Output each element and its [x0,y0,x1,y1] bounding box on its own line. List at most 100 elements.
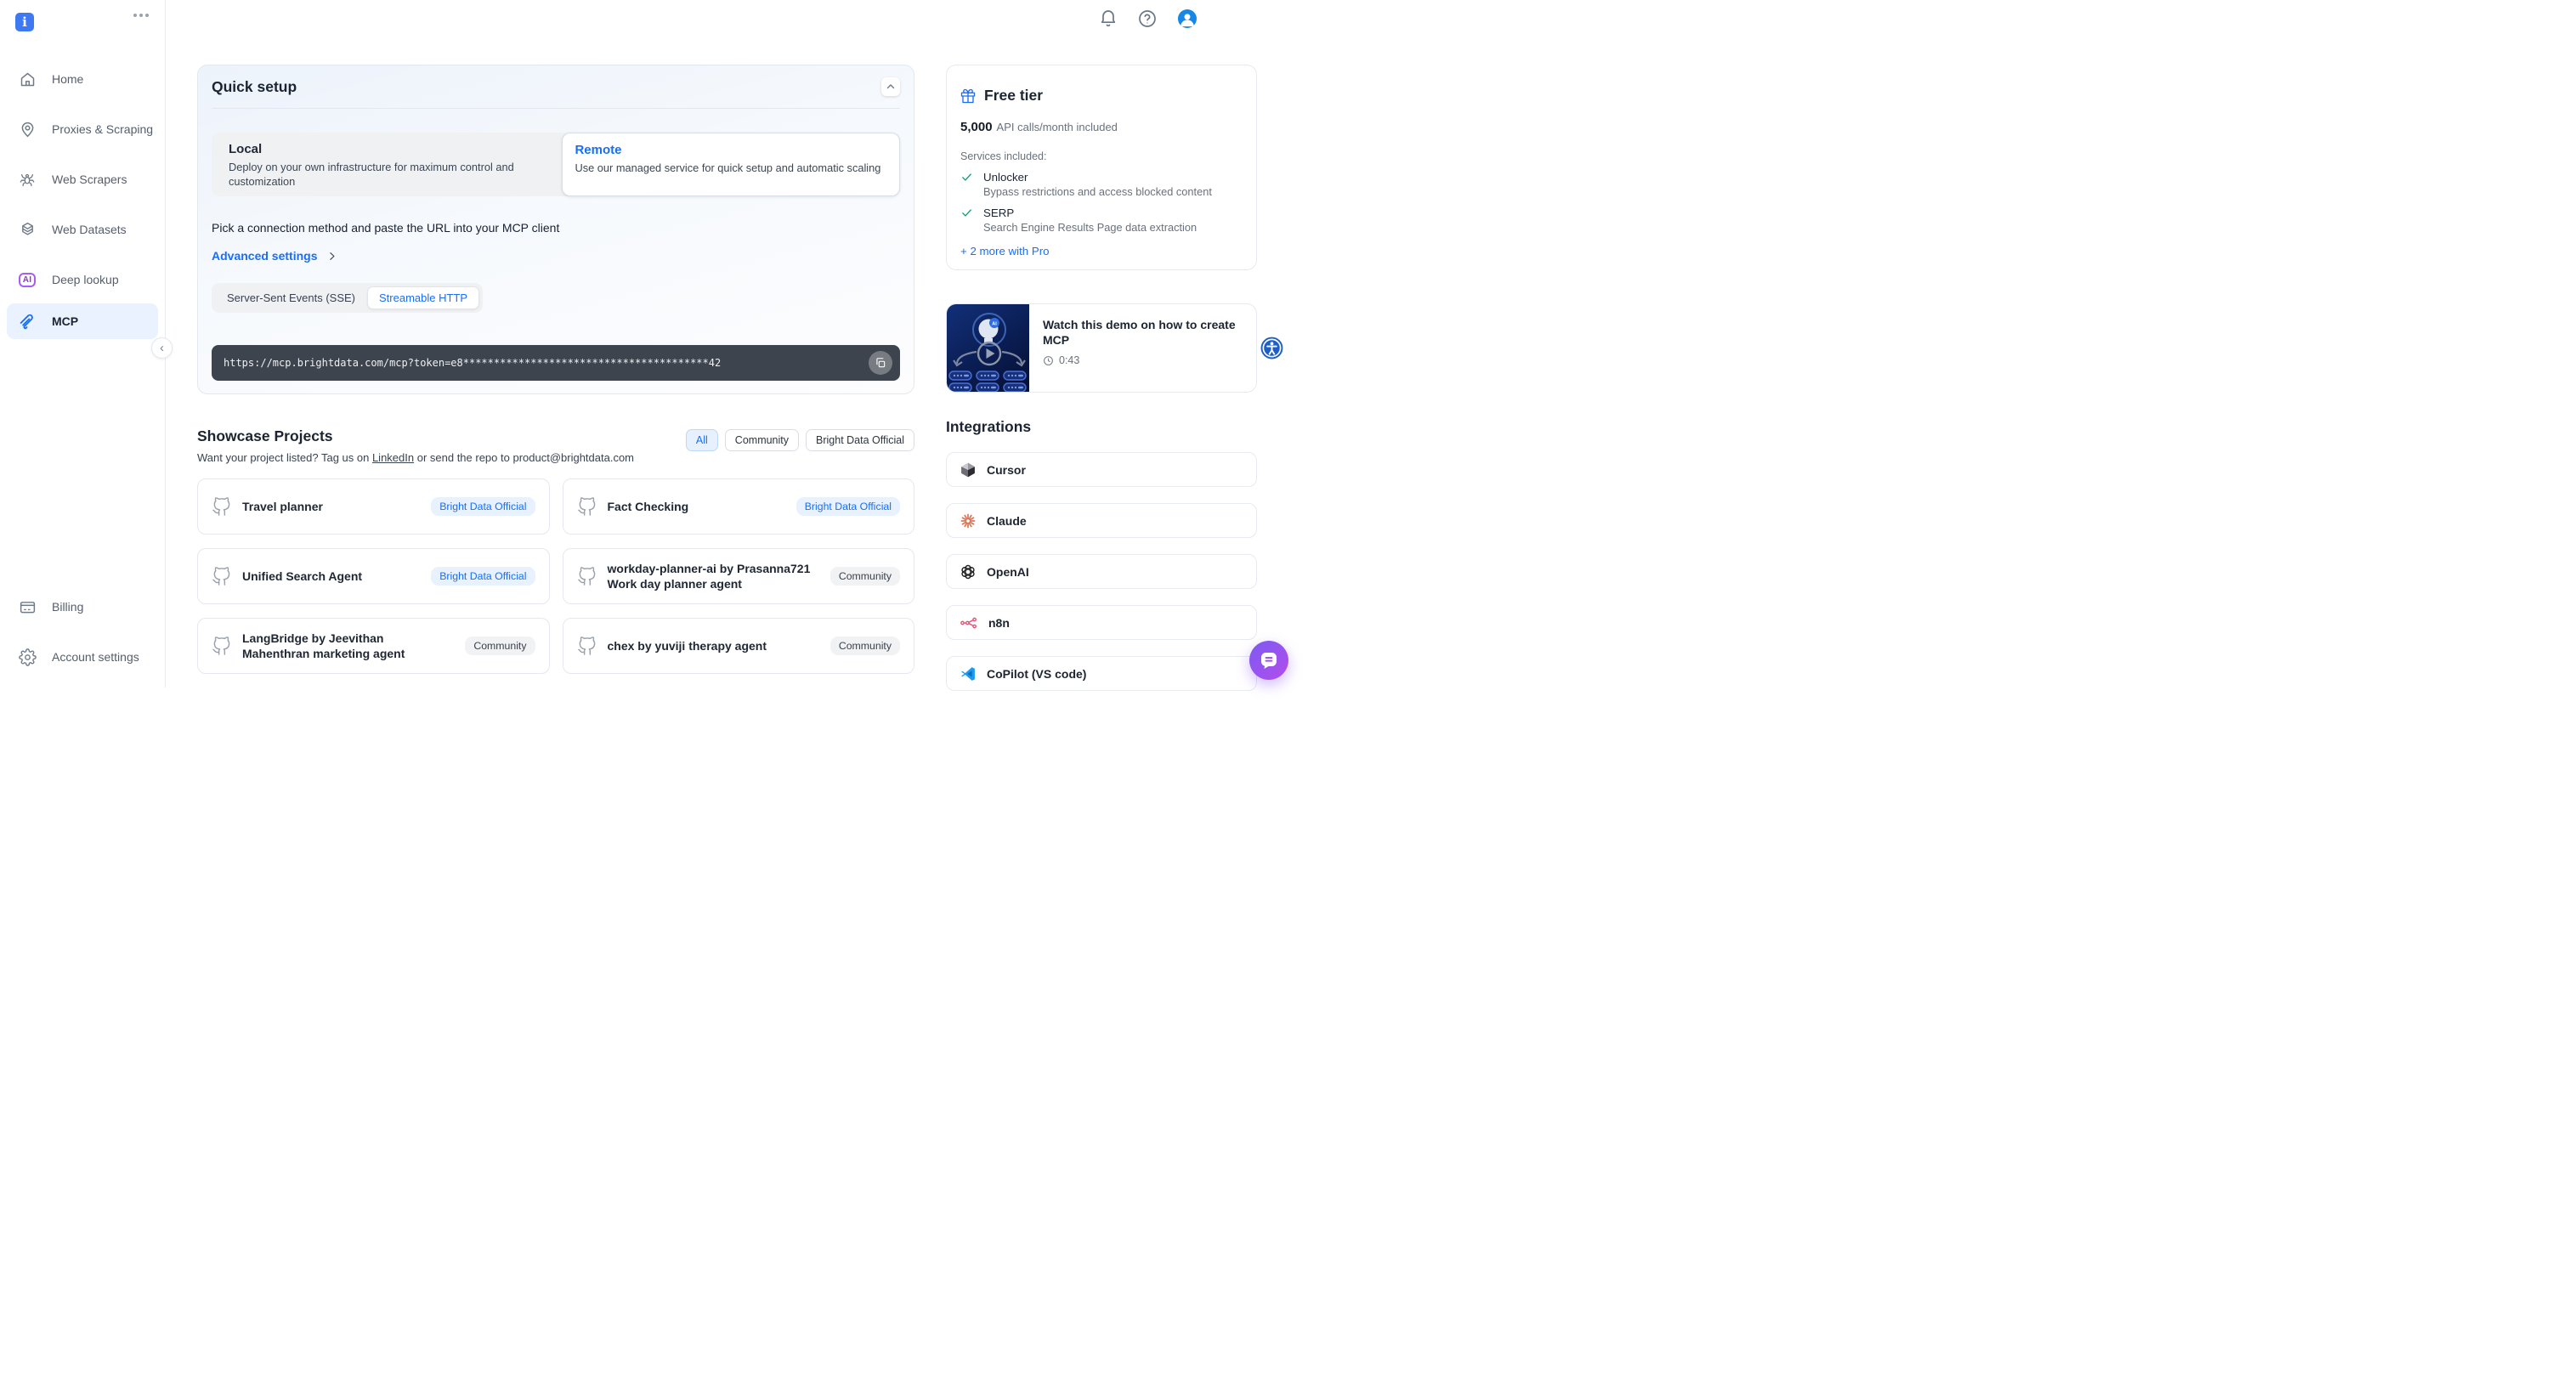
sidebar-collapse-button[interactable]: ‹ [151,337,173,359]
integration-n8n[interactable]: n8n [946,605,1257,640]
deploy-option-local[interactable]: Local Deploy on your own infrastructure … [212,133,562,196]
project-title: chex by yuviji therapy agent [608,638,819,654]
integration-label: CoPilot (VS code) [987,667,1086,681]
accessibility-icon [1260,337,1283,359]
quick-setup-title: Quick setup [212,78,297,96]
github-icon [212,567,231,586]
project-badge: Bright Data Official [796,497,900,516]
n8n-logo [960,614,978,632]
api-calls-line: 5,000API calls/month included [960,120,1243,135]
home-icon [17,69,37,89]
accessibility-widget-button[interactable] [1260,337,1283,359]
clock-icon [1043,355,1054,366]
connection-instruction: Pick a connection method and paste the U… [212,221,900,235]
service-serp: SERP Search Engine Results Page data ext… [960,207,1243,234]
integration-label: Cursor [987,463,1026,477]
sidebar-item-web-scrapers[interactable]: Web Scrapers [0,161,166,197]
service-name: SERP [983,207,1014,219]
sidebar-item-mcp[interactable]: MCP [7,303,158,339]
project-card-chex[interactable]: chex by yuviji therapy agent Community [563,618,915,674]
claude-logo [960,512,977,529]
gift-icon [960,88,976,104]
location-pin-icon [17,119,37,139]
project-card-langbridge[interactable]: LangBridge by Jeevithan Mahenthran marke… [197,618,550,674]
free-tier-card: Free tier 5,000API calls/month included … [946,65,1257,270]
sidebar: i Home Proxies & Scraping Web Scrapers W… [0,0,166,688]
filter-all[interactable]: All [686,429,718,451]
project-title: Unified Search Agent [242,569,420,584]
sidebar-item-label: Web Scrapers [52,173,127,186]
service-name: Unlocker [983,171,1028,184]
chat-widget-button[interactable] [1249,641,1288,680]
project-card-unified-search-agent[interactable]: Unified Search Agent Bright Data Officia… [197,548,550,604]
service-description: Bypass restrictions and access blocked c… [983,185,1243,198]
github-icon [577,637,597,656]
deploy-options: Local Deploy on your own infrastructure … [212,133,900,196]
deploy-option-remote[interactable]: Remote Use our managed service for quick… [562,133,900,196]
tab-streamable-http[interactable]: Streamable HTTP [367,286,479,309]
integration-openai[interactable]: OpenAI [946,554,1257,589]
free-tier-title: Free tier [984,87,1043,105]
sidebar-item-web-datasets[interactable]: Web Datasets [0,212,166,247]
demo-video-card[interactable]: AI Watch this demo on how to create MCP [946,303,1257,393]
vscode-logo [960,665,977,682]
brightdata-logo[interactable]: i [15,13,34,31]
project-badge: Bright Data Official [431,567,535,586]
project-badge: Community [465,637,535,655]
project-title: workday-planner-ai by Prasanna721 Work d… [608,561,819,591]
service-unlocker: Unlocker Bypass restrictions and access … [960,171,1243,198]
gear-icon [17,647,37,667]
project-grid: Travel planner Bright Data Official Fact… [197,478,914,674]
filter-bright-data-official[interactable]: Bright Data Official [806,429,914,451]
copy-icon [875,357,886,369]
project-card-travel-planner[interactable]: Travel planner Bright Data Official [197,478,550,535]
check-icon [960,207,973,219]
sidebar-overflow-menu[interactable] [133,14,149,17]
cursor-logo [960,461,977,478]
project-title: Travel planner [242,499,420,514]
service-description: Search Engine Results Page data extracti… [983,221,1243,234]
sidebar-item-deep-lookup[interactable]: AI Deep lookup [0,262,166,297]
integration-label: OpenAI [987,565,1029,579]
svg-text:AI: AI [992,322,997,327]
more-with-pro-link[interactable]: + 2 more with Pro [960,245,1050,257]
advanced-settings-label: Advanced settings [212,249,317,263]
notifications-bell-icon[interactable] [1098,8,1118,29]
showcase-subtitle: Want your project listed? Tag us on Link… [197,451,634,464]
local-option-description: Deploy on your own infrastructure for ma… [229,161,546,189]
sidebar-item-proxies-scraping[interactable]: Proxies & Scraping [0,111,166,147]
advanced-settings-link[interactable]: Advanced settings [212,249,337,263]
showcase-title: Showcase Projects [197,427,634,445]
sidebar-item-billing[interactable]: Billing [0,589,166,625]
github-icon [212,497,231,517]
video-thumbnail: AI [947,304,1029,392]
sidebar-item-label: Home [52,72,83,86]
sidebar-item-home[interactable]: Home [0,61,166,97]
ai-badge-icon: AI [17,269,37,290]
quick-setup-collapse-button[interactable] [881,77,900,96]
help-icon[interactable] [1137,8,1158,29]
project-card-fact-checking[interactable]: Fact Checking Bright Data Official [563,478,915,535]
integration-cursor[interactable]: Cursor [946,452,1257,487]
connection-method-tabs: Server-Sent Events (SSE) Streamable HTTP [212,283,483,313]
check-icon [960,171,973,184]
video-duration: 0:43 [1059,354,1079,366]
integration-copilot-vscode[interactable]: CoPilot (VS code) [946,656,1257,691]
mcp-url-block: https://mcp.brightdata.com/mcp?token=e8*… [212,345,900,381]
user-avatar[interactable] [1178,9,1197,28]
project-card-workday-planner-ai[interactable]: workday-planner-ai by Prasanna721 Work d… [563,548,915,604]
github-icon [577,567,597,586]
sidebar-item-label: Web Datasets [52,223,127,236]
sidebar-item-label: Proxies & Scraping [52,122,153,136]
sidebar-item-account-settings[interactable]: Account settings [0,639,166,675]
integration-claude[interactable]: Claude [946,503,1257,538]
tab-sse[interactable]: Server-Sent Events (SSE) [215,286,367,309]
copy-url-button[interactable] [869,351,892,375]
chevron-up-icon [885,81,897,93]
linkedin-link[interactable]: LinkedIn [372,451,414,464]
openai-logo [960,563,977,580]
mcp-icon [17,311,37,331]
remote-option-title: Remote [575,143,884,157]
github-icon [577,497,597,517]
filter-community[interactable]: Community [725,429,799,451]
